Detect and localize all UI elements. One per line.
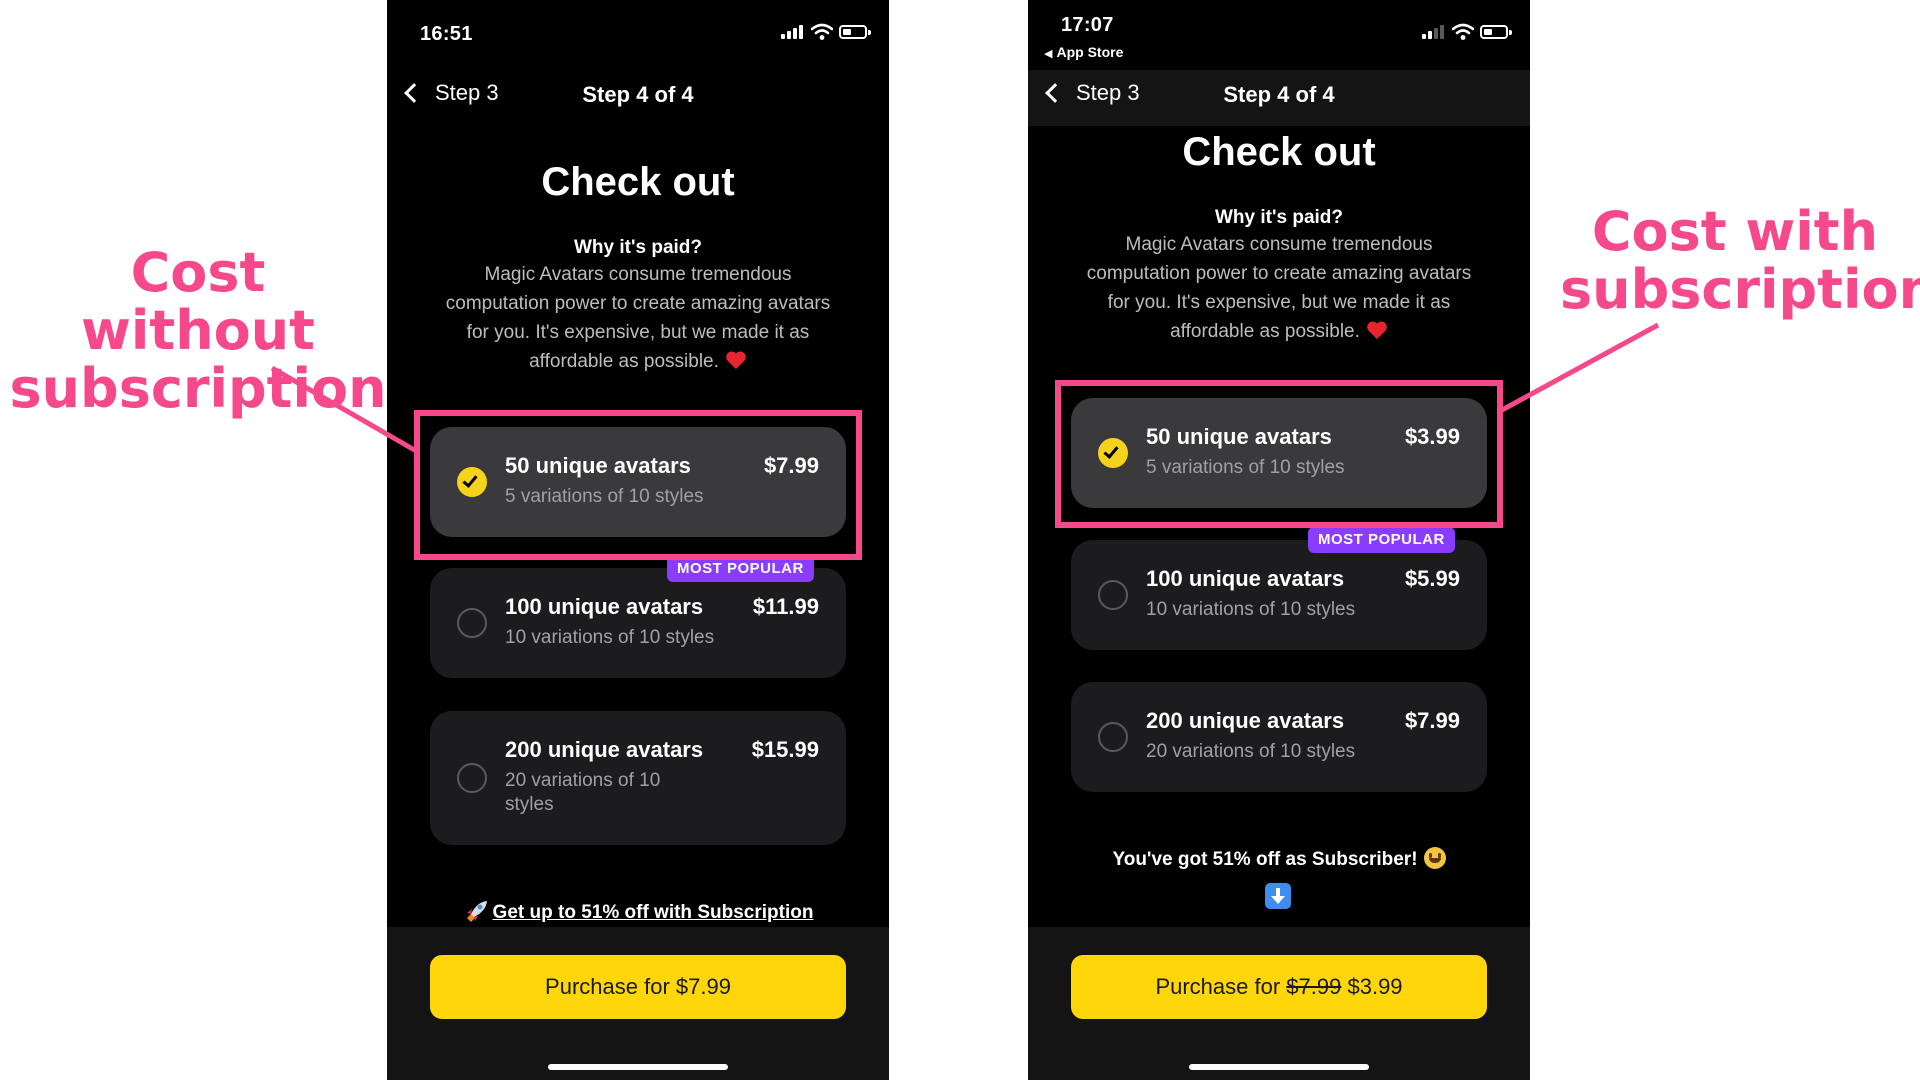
callout-arrows xyxy=(270,322,1660,455)
callout-label-with-subscription: Cost with subscription xyxy=(1560,200,1920,321)
callout-label-without-subscription: Cost without subscription xyxy=(9,241,387,420)
callout-line-right xyxy=(1500,322,1660,413)
